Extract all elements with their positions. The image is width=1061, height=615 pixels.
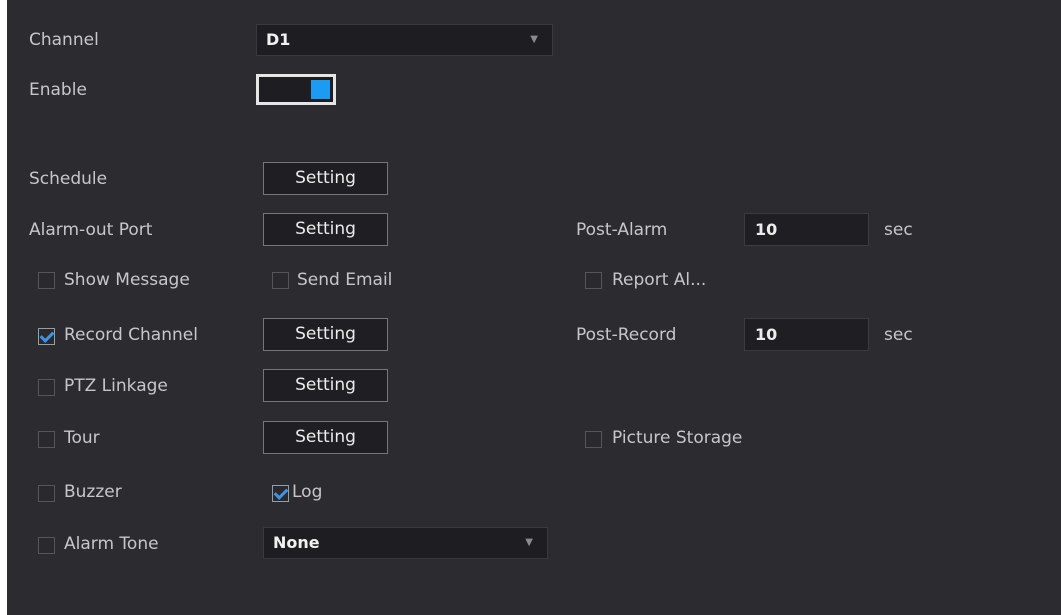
channel-value: D1: [266, 30, 291, 49]
alarm-tone-select[interactable]: None ▼: [263, 527, 548, 559]
alarm-out-setting-button[interactable]: Setting: [263, 213, 388, 246]
alarm-settings-panel: Channel D1 ▼ Enable Schedule Setting Ala…: [7, 0, 1061, 615]
post-record-input[interactable]: 10: [744, 318, 869, 351]
tour-label: Tour: [64, 428, 100, 448]
post-record-unit: sec: [884, 325, 913, 345]
record-channel-checkbox[interactable]: [38, 328, 55, 345]
show-message-checkbox[interactable]: [38, 272, 55, 289]
enable-label: Enable: [29, 80, 87, 100]
record-channel-setting-button[interactable]: Setting: [263, 318, 388, 351]
post-alarm-unit: sec: [884, 220, 913, 240]
schedule-label: Schedule: [29, 169, 108, 189]
picture-storage-label: Picture Storage: [612, 428, 743, 448]
buzzer-label: Buzzer: [64, 482, 122, 502]
enable-toggle[interactable]: [256, 74, 336, 105]
toggle-track: [267, 80, 289, 99]
chevron-down-icon: ▼: [525, 537, 533, 548]
toggle-knob: [311, 80, 330, 99]
post-alarm-input[interactable]: 10: [744, 213, 869, 246]
alarm-out-port-label: Alarm-out Port: [29, 220, 153, 240]
schedule-setting-button[interactable]: Setting: [263, 162, 388, 195]
send-email-label: Send Email: [297, 270, 393, 290]
chevron-down-icon: ▼: [530, 34, 538, 45]
show-message-label: Show Message: [64, 270, 190, 290]
post-alarm-label: Post-Alarm: [576, 220, 668, 240]
alarm-tone-checkbox[interactable]: [38, 537, 55, 554]
report-alarm-label: Report Al...: [612, 270, 707, 290]
report-alarm-checkbox[interactable]: [585, 272, 602, 289]
channel-select[interactable]: D1 ▼: [256, 24, 553, 56]
ptz-linkage-setting-button[interactable]: Setting: [263, 369, 388, 402]
log-checkbox[interactable]: [272, 485, 289, 502]
log-label: Log: [292, 482, 323, 502]
tour-checkbox[interactable]: [38, 431, 55, 448]
alarm-tone-value: None: [273, 533, 320, 552]
record-channel-label: Record Channel: [64, 325, 198, 345]
buzzer-checkbox[interactable]: [38, 485, 55, 502]
tour-setting-button[interactable]: Setting: [263, 421, 388, 454]
picture-storage-checkbox[interactable]: [585, 431, 602, 448]
alarm-tone-label: Alarm Tone: [64, 534, 159, 554]
ptz-linkage-label: PTZ Linkage: [64, 376, 168, 396]
ptz-linkage-checkbox[interactable]: [38, 379, 55, 396]
post-record-label: Post-Record: [576, 325, 677, 345]
channel-label: Channel: [29, 30, 99, 50]
send-email-checkbox[interactable]: [272, 272, 289, 289]
